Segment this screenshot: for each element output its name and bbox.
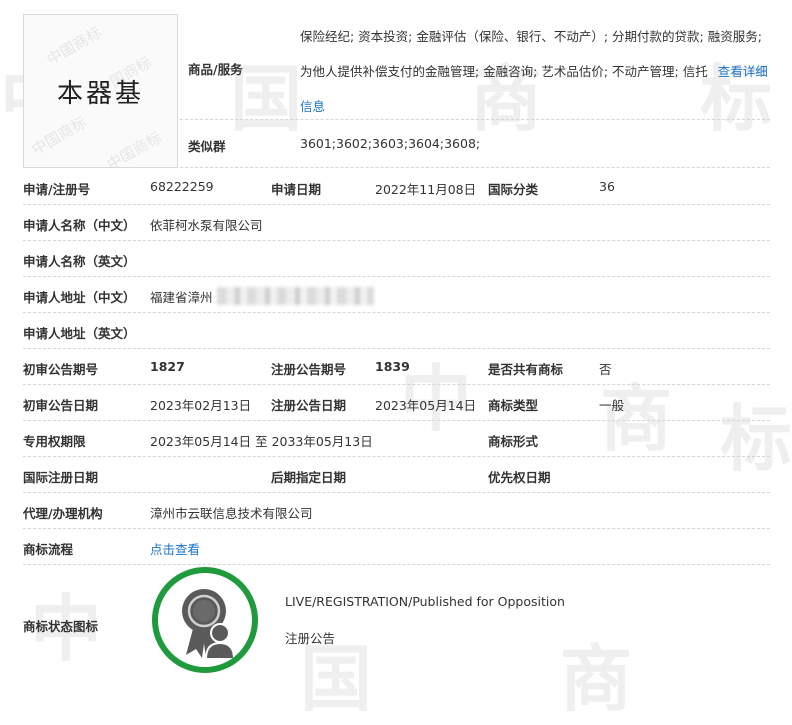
goods-services-value: 保险经纪; 资本投资; 金融评估（保险、银行、不动产）; 分期付款的贷款; 融资… xyxy=(300,19,770,124)
similar-group-value: 3601;3602;3603;3604;3608; xyxy=(300,136,481,151)
form-label: 商标形式 xyxy=(488,434,539,449)
address-cn-value: 福建省漳州 xyxy=(150,290,213,305)
status-line2: 注册公告 xyxy=(285,631,336,646)
similar-group-label: 类似群 xyxy=(188,139,226,154)
prelim-no-value: 1827 xyxy=(150,359,185,374)
divider xyxy=(23,492,770,493)
app-no-value: 68222259 xyxy=(150,179,214,194)
divider xyxy=(23,348,770,349)
applicant-en-label: 申请人名称（英文） xyxy=(23,254,136,269)
type-label: 商标类型 xyxy=(488,398,539,413)
divider xyxy=(23,564,770,565)
applicant-cn-label: 申请人名称（中文） xyxy=(23,218,136,233)
address-en-label: 申请人地址（英文） xyxy=(23,326,136,341)
divider xyxy=(23,240,770,241)
watermark-char: 商 xyxy=(560,636,633,721)
prelim-date-value: 2023年02月13日 xyxy=(150,398,252,413)
divider xyxy=(23,312,770,313)
divider xyxy=(23,204,770,205)
image-watermark: 中国商标 xyxy=(103,128,165,168)
watermark-char: 标 xyxy=(720,396,792,481)
redacted-address xyxy=(217,287,374,305)
shared-value: 否 xyxy=(599,362,612,377)
reg-no-label: 注册公告期号 xyxy=(271,362,347,377)
watermark-char: 中 xyxy=(400,356,473,441)
trademark-image: 中国商标 中国商标 中国商标 中国商标 本器基 xyxy=(23,14,178,168)
app-date-label: 申请日期 xyxy=(271,182,322,197)
intl-reg-label: 国际注册日期 xyxy=(23,470,99,485)
priority-label: 优先权日期 xyxy=(488,470,551,485)
flow-label: 商标流程 xyxy=(23,542,74,557)
divider xyxy=(180,119,770,120)
divider xyxy=(180,167,770,168)
divider xyxy=(23,384,770,385)
trademark-text: 本器基 xyxy=(56,78,144,109)
intl-class-label: 国际分类 xyxy=(488,182,539,197)
divider xyxy=(23,456,770,457)
goods-services-text: 保险经纪; 资本投资; 金融评估（保险、银行、不动产）; 分期付款的贷款; 融资… xyxy=(300,29,762,79)
goods-services-label: 商品/服务 xyxy=(188,62,243,77)
prelim-date-label: 初审公告日期 xyxy=(23,398,99,413)
image-watermark: 中国商标 xyxy=(43,23,105,69)
reg-date-label: 注册公告日期 xyxy=(271,398,347,413)
exclusive-value: 2023年05月14日 至 2033年05月13日 xyxy=(150,434,373,449)
agent-value: 漳州市云联信息技术有限公司 xyxy=(150,506,313,521)
image-watermark: 中国商标 xyxy=(28,113,90,159)
later-label: 后期指定日期 xyxy=(271,470,347,485)
shared-label: 是否共有商标 xyxy=(488,362,564,377)
divider xyxy=(23,420,770,421)
watermark-char: 国 xyxy=(230,56,303,141)
intl-class-value: 36 xyxy=(599,179,615,194)
exclusive-label: 专用权期限 xyxy=(23,434,86,449)
flow-link[interactable]: 点击查看 xyxy=(150,539,200,558)
divider xyxy=(23,528,770,529)
address-cn-label: 申请人地址（中文） xyxy=(23,290,136,305)
reg-date-value: 2023年05月14日 xyxy=(375,398,477,413)
agent-label: 代理/办理机构 xyxy=(23,506,103,521)
status-icon-label: 商标状态图标 xyxy=(23,619,99,634)
reg-no-value: 1839 xyxy=(375,359,410,374)
app-date-value: 2022年11月08日 xyxy=(375,182,477,197)
type-value: 一般 xyxy=(599,398,625,413)
award-person-icon xyxy=(152,567,258,673)
status-line1: LIVE/REGISTRATION/Published for Oppositi… xyxy=(285,594,565,609)
applicant-cn-value: 依菲柯水泵有限公司 xyxy=(150,218,263,233)
divider xyxy=(23,276,770,277)
app-no-label: 申请/注册号 xyxy=(23,182,91,197)
prelim-no-label: 初审公告期号 xyxy=(23,362,99,377)
